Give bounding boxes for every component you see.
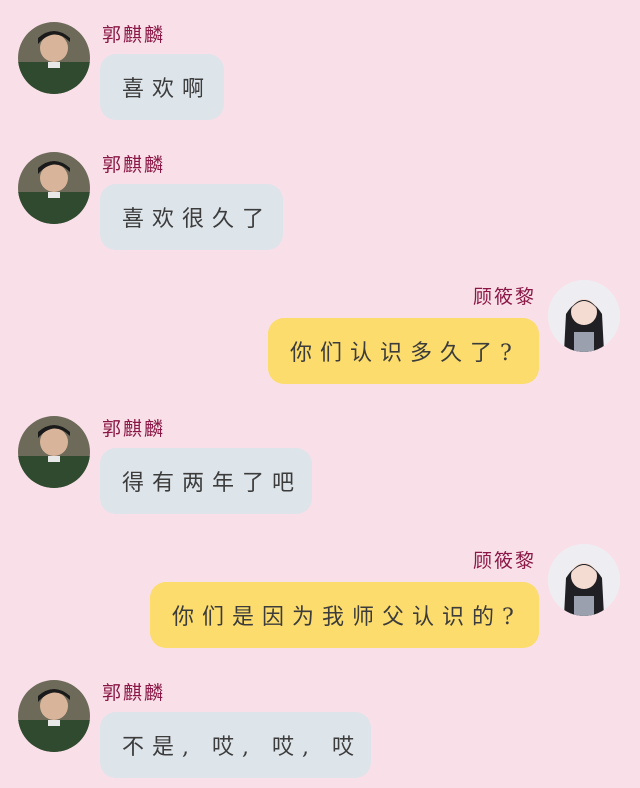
sender-name: 顾筱黎 <box>472 286 536 308</box>
sender-name: 郭麒麟 <box>102 154 166 176</box>
male-avatar[interactable] <box>18 416 90 488</box>
message-bubble[interactable]: 得有两年了吧 <box>100 448 312 514</box>
message-bubble[interactable]: 喜欢啊 <box>100 54 224 120</box>
message-bubble[interactable]: 你们是因为我师父认识的? <box>150 582 539 648</box>
sender-name: 顾筱黎 <box>472 550 536 572</box>
sender-name: 郭麒麟 <box>102 24 166 46</box>
male-avatar[interactable] <box>18 152 90 224</box>
male-avatar[interactable] <box>18 22 90 94</box>
female-avatar[interactable] <box>548 280 620 352</box>
message-bubble[interactable]: 你们认识多久了? <box>268 318 539 384</box>
sender-name: 郭麒麟 <box>102 418 166 440</box>
sender-name: 郭麒麟 <box>102 682 166 704</box>
male-avatar[interactable] <box>18 680 90 752</box>
female-avatar[interactable] <box>548 544 620 616</box>
message-bubble[interactable]: 喜欢很久了 <box>100 184 283 250</box>
message-bubble[interactable]: 不是, 哎, 哎, 哎 <box>100 712 371 778</box>
